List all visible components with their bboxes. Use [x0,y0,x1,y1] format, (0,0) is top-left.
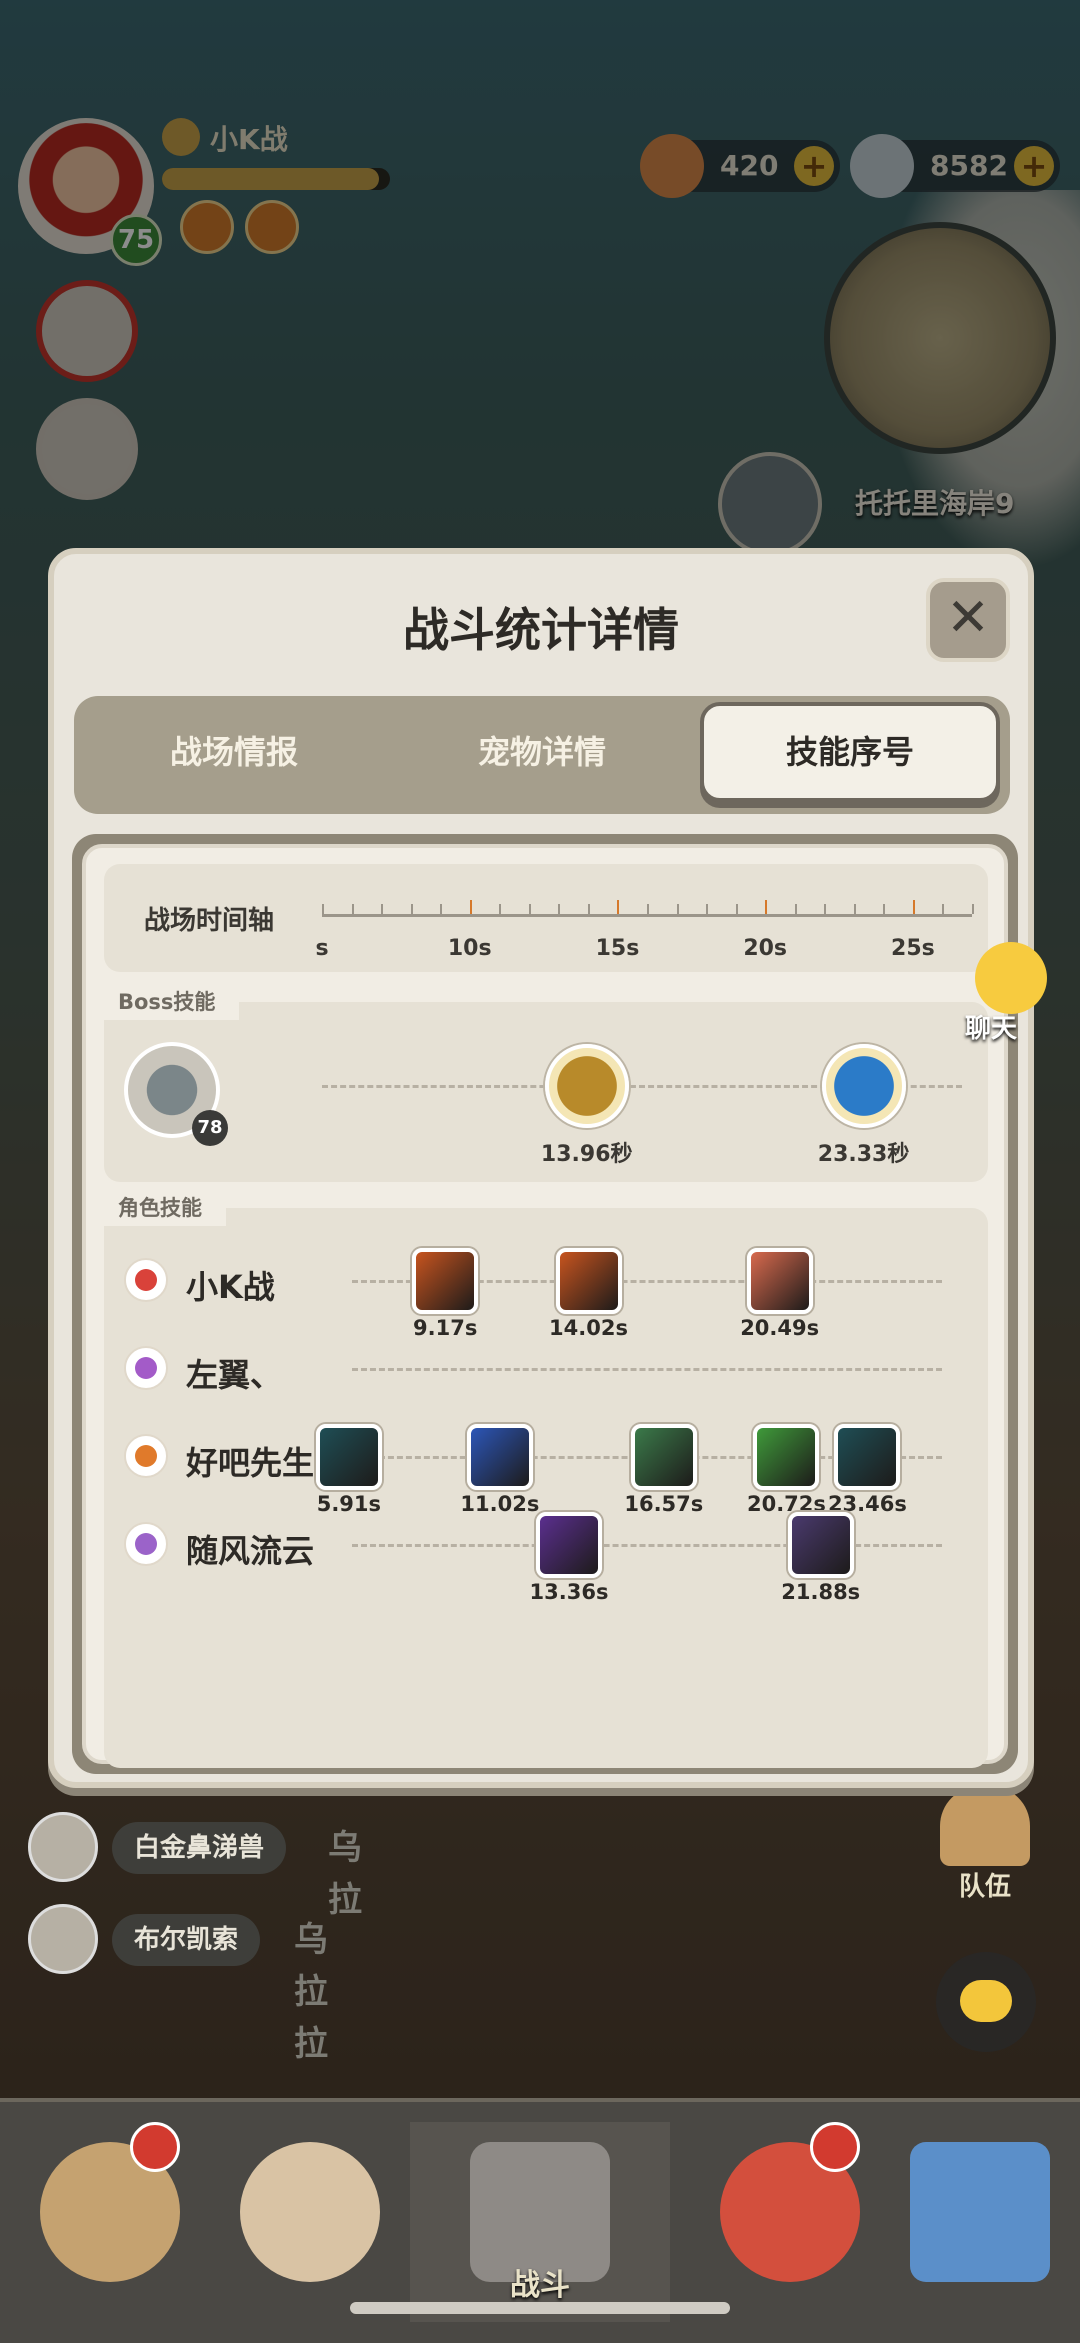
character-skill-row: 左翼、 [104,1332,988,1412]
timeline-tick [528,904,531,914]
timeline-tick [351,904,354,914]
battle-timeline: 战场时间轴 s 10s 15s 20s 25s [104,864,988,972]
timeline-tick-label: 15s [595,936,640,961]
skill-icon[interactable] [746,1248,813,1314]
battle-stats-modal: 战斗统计详情 ✕ 战场情报 宠物详情 技能序号 战场时间轴 s 10s 15s 20s… [48,548,1034,1788]
timeline-ruler: s 10s 15s 20s 25s [315,900,974,961]
timeline-tick [587,904,590,914]
element-icon [124,1522,168,1566]
character-skill-row: 好吧先生 5.91s 11.02s 16.57s 20.72s 23.46s [104,1420,988,1516]
tab-battlefield-info[interactable]: 战场情报 [84,702,384,802]
timeline-label: 战场时间轴 [144,906,275,936]
timeline-tick [499,904,502,914]
skill-icon[interactable] [536,1512,602,1578]
nav-tab-character[interactable] [220,2122,400,2322]
character-name: 随风流云 [186,1532,315,1570]
modal-title: 战斗统计详情 [403,603,679,657]
tab-bar: 战场情报 宠物详情 技能序号 [74,696,1010,814]
chat-avatar [28,1904,98,1974]
chat-bubble-icon [960,1980,1012,2022]
timeline-tick [824,904,827,914]
skill-icon[interactable] [555,1248,622,1314]
chat-message: 乌拉拉 [294,1920,328,2064]
nav-tab-portal[interactable] [890,2122,1070,2322]
timeline-tick [942,904,945,914]
timeline-tick [410,904,413,914]
timeline-tick [647,904,649,914]
boss-skill-icon[interactable] [821,1044,906,1128]
character-icon [240,2142,380,2282]
timeline-tick [469,900,472,914]
chat-shortcut[interactable]: 聊天 [945,942,1065,1044]
skill-order-panel: 战场时间轴 s 10s 15s 20s 25s Boss技能 78 13.96秒 23.3… [72,834,1018,1774]
timeline-tick [912,900,915,914]
chat-open-button[interactable] [936,1952,1036,2052]
character-name: 小K战 [186,1268,275,1306]
timeline-tick [322,904,324,914]
boss-skill-time: 13.96秒 [540,1142,633,1167]
timeline-dash [352,1368,942,1371]
character-name: 好吧先生 [186,1444,315,1482]
timeline-tick [853,904,856,914]
team-icon [940,1786,1030,1866]
character-skill-section: 角色技能 小K战 9.17s 14.02s 20.49s 左翼、好吧先生 5.91s 11.… [104,1190,988,1768]
skill-icon[interactable] [466,1424,533,1490]
boss-skill-time: 23.33秒 [817,1142,910,1167]
chat-sender: 布尔凯索 [112,1914,261,1966]
nav-tab-battle[interactable]: 战斗 [410,2122,670,2322]
skill-time: 21.88s [781,1580,861,1604]
skill-icon[interactable] [630,1424,697,1490]
close-button[interactable]: ✕ [926,578,1010,662]
timeline-tick-label: 25s [891,936,935,961]
boss-skill-section: Boss技能 78 13.96秒 23.33秒 [104,984,988,1182]
timeline-tick [617,900,620,914]
timeline-tick-label: s [315,936,329,961]
skill-order-content[interactable]: 战场时间轴 s 10s 15s 20s 25s Boss技能 78 13.96秒 23.3… [82,844,1008,1768]
timeline-tick [676,904,679,914]
boss-level-badge: 78 [192,1110,228,1146]
notification-badge-icon [130,2122,180,2172]
character-skill-row: 小K战 9.17s 14.02s 20.49s [104,1244,988,1340]
skill-icon[interactable] [753,1424,820,1490]
timeline-tick [765,900,768,914]
nav-tab-pets[interactable] [20,2122,200,2322]
element-icon [124,1346,168,1390]
character-name: 左翼、 [186,1356,283,1394]
skill-icon[interactable] [787,1512,854,1578]
skill-time: 13.36s [529,1580,609,1604]
timeline-tick [440,904,443,914]
timeline-tick [558,904,561,914]
timeline-tick [735,904,738,914]
nav-label-battle: 战斗 [510,2268,570,2303]
team-label: 队伍 [958,1872,1011,1902]
skill-icon[interactable] [412,1248,479,1314]
element-icon [124,1434,168,1478]
chat-label: 聊天 [965,1014,1018,1044]
section-label: 角色技能 [104,1190,226,1226]
timeline-tick [883,904,886,914]
tab-skill-order[interactable]: 技能序号 [700,702,1000,802]
chat-sender: 白金鼻涕兽 [112,1822,287,1874]
skill-icon[interactable] [315,1424,382,1490]
notification-badge-icon [810,2122,860,2172]
element-icon [124,1258,168,1302]
tab-pet-details[interactable]: 宠物详情 [392,702,692,802]
chat-face-icon [975,942,1047,1014]
portal-icon [910,2142,1050,2282]
timeline-tick-label: 10s [447,936,492,961]
skill-icon[interactable] [834,1424,901,1490]
chat-message: 乌拉 [328,1828,362,1920]
timeline-tick [972,904,974,914]
home-indicator[interactable] [350,2302,730,2314]
section-label: Boss技能 [104,984,240,1020]
chat-avatar [28,1812,98,1882]
boss-skill-icon[interactable] [544,1044,629,1128]
team-button[interactable]: 队伍 [930,1786,1040,1906]
character-skill-row: 随风流云 13.36s 21.88s [104,1508,988,1604]
timeline-tick-label: 20s [743,936,788,961]
nav-tab-bag[interactable] [700,2122,880,2322]
timeline-tick [706,904,709,914]
timeline-tick [381,904,384,914]
timeline-tick [794,904,797,914]
